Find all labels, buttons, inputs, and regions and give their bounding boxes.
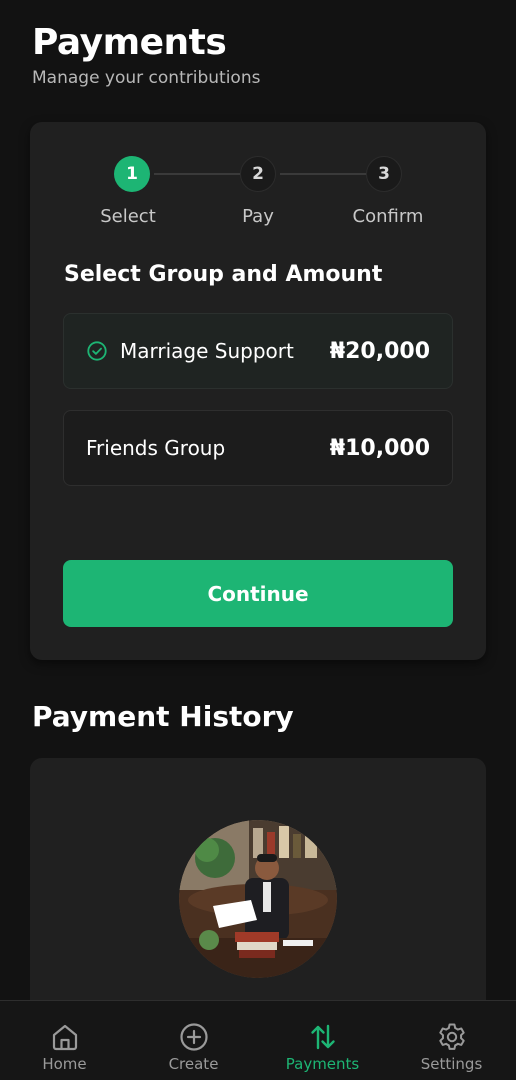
payment-history-card [30,758,486,1018]
continue-button[interactable]: Continue [63,560,453,627]
nav-item-create[interactable]: Create [129,1001,258,1080]
step-1-label: Select [100,206,156,227]
group-option-marriage-support[interactable]: Marriage Support ₦20,000 [63,313,453,389]
nav-label: Home [42,1055,87,1073]
step-2-indicator: 2 [240,156,276,192]
page-subtitle: Manage your contributions [32,68,261,88]
nav-item-settings[interactable]: Settings [387,1001,516,1080]
step-3-indicator: 3 [366,156,402,192]
step-connector [280,173,366,175]
nav-label: Create [168,1055,219,1073]
plus-circle-icon [179,1023,208,1051]
step-1-indicator: 1 [114,156,150,192]
group-name: Marriage Support [120,339,294,363]
step-connector [154,173,240,175]
nav-label: Payments [285,1055,360,1073]
group-amount: ₦10,000 [329,435,430,461]
gear-icon [438,1023,465,1050]
swap-arrows-icon [310,1024,335,1050]
group-amount: ₦20,000 [329,338,430,364]
step-2-label: Pay [242,206,274,227]
group-name: Friends Group [86,436,226,460]
bottom-nav: Home Create Payments Settings [0,1000,516,1080]
nav-item-payments[interactable]: Payments [258,1001,387,1080]
page-title: Payments [32,22,227,63]
group-option-friends-group[interactable]: Friends Group ₦10,000 [63,410,453,486]
empty-state-illustration [179,820,337,978]
section-heading: Select Group and Amount [64,262,383,287]
stepper: 1 2 3 Select Pay Confirm [30,122,486,242]
home-icon [52,1024,77,1051]
check-circle-icon [87,341,107,361]
nav-label: Settings [420,1055,483,1073]
payment-card: 1 2 3 Select Pay Confirm Select Group an… [30,122,486,660]
step-3-label: Confirm [352,206,424,227]
payment-history-title: Payment History [32,700,294,733]
nav-item-home[interactable]: Home [0,1001,129,1080]
